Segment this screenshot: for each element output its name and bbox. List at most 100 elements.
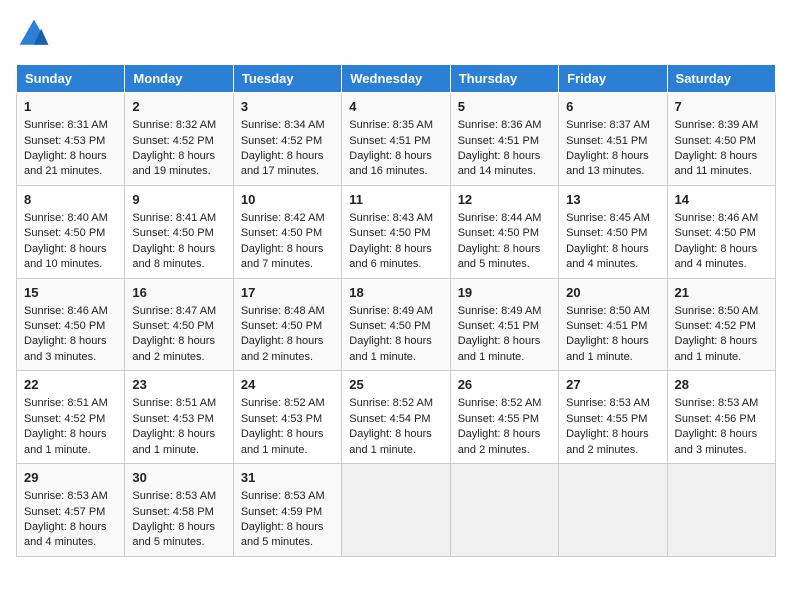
day-number: 29 bbox=[24, 469, 117, 487]
day-info: Daylight: 8 hours and 17 minutes. bbox=[241, 149, 334, 180]
day-info: Sunset: 4:50 PM bbox=[241, 226, 334, 241]
day-info: Sunrise: 8:35 AM bbox=[349, 118, 442, 133]
day-info: Daylight: 8 hours and 4 minutes. bbox=[24, 520, 117, 551]
calendar-table: SundayMondayTuesdayWednesdayThursdayFrid… bbox=[16, 64, 776, 557]
weekday-monday: Monday bbox=[125, 65, 233, 93]
day-number: 28 bbox=[675, 376, 768, 394]
day-info: Daylight: 8 hours and 2 minutes. bbox=[566, 427, 659, 458]
day-cell: 11Sunrise: 8:43 AMSunset: 4:50 PMDayligh… bbox=[342, 185, 450, 278]
day-info: Daylight: 8 hours and 7 minutes. bbox=[241, 242, 334, 273]
day-info: Sunset: 4:53 PM bbox=[241, 412, 334, 427]
day-info: Sunrise: 8:49 AM bbox=[349, 304, 442, 319]
day-info: Daylight: 8 hours and 4 minutes. bbox=[566, 242, 659, 273]
day-cell: 19Sunrise: 8:49 AMSunset: 4:51 PMDayligh… bbox=[450, 278, 558, 371]
day-info: Sunset: 4:50 PM bbox=[566, 226, 659, 241]
day-info: Sunrise: 8:47 AM bbox=[132, 304, 225, 319]
day-cell bbox=[342, 464, 450, 557]
day-cell bbox=[667, 464, 775, 557]
logo bbox=[16, 16, 56, 52]
day-info: Sunset: 4:52 PM bbox=[24, 412, 117, 427]
day-number: 13 bbox=[566, 191, 659, 209]
day-cell: 20Sunrise: 8:50 AMSunset: 4:51 PMDayligh… bbox=[559, 278, 667, 371]
day-info: Sunrise: 8:43 AM bbox=[349, 211, 442, 226]
day-number: 25 bbox=[349, 376, 442, 394]
day-info: Daylight: 8 hours and 13 minutes. bbox=[566, 149, 659, 180]
day-info: Sunset: 4:50 PM bbox=[24, 319, 117, 334]
day-info: Daylight: 8 hours and 1 minute. bbox=[241, 427, 334, 458]
day-info: Daylight: 8 hours and 2 minutes. bbox=[132, 334, 225, 365]
day-info: Daylight: 8 hours and 2 minutes. bbox=[241, 334, 334, 365]
day-number: 5 bbox=[458, 98, 551, 116]
day-info: Sunset: 4:51 PM bbox=[566, 319, 659, 334]
day-info: Daylight: 8 hours and 14 minutes. bbox=[458, 149, 551, 180]
day-number: 12 bbox=[458, 191, 551, 209]
day-number: 27 bbox=[566, 376, 659, 394]
day-cell: 24Sunrise: 8:52 AMSunset: 4:53 PMDayligh… bbox=[233, 371, 341, 464]
day-info: Sunset: 4:50 PM bbox=[675, 226, 768, 241]
day-info: Sunset: 4:52 PM bbox=[241, 134, 334, 149]
weekday-saturday: Saturday bbox=[667, 65, 775, 93]
day-cell: 30Sunrise: 8:53 AMSunset: 4:58 PMDayligh… bbox=[125, 464, 233, 557]
day-info: Sunrise: 8:46 AM bbox=[675, 211, 768, 226]
day-info: Daylight: 8 hours and 4 minutes. bbox=[675, 242, 768, 273]
day-number: 17 bbox=[241, 284, 334, 302]
day-info: Sunrise: 8:40 AM bbox=[24, 211, 117, 226]
day-info: Sunset: 4:51 PM bbox=[458, 134, 551, 149]
day-number: 16 bbox=[132, 284, 225, 302]
day-info: Daylight: 8 hours and 8 minutes. bbox=[132, 242, 225, 273]
day-info: Daylight: 8 hours and 1 minute. bbox=[675, 334, 768, 365]
day-info: Sunset: 4:56 PM bbox=[675, 412, 768, 427]
day-cell: 5Sunrise: 8:36 AMSunset: 4:51 PMDaylight… bbox=[450, 93, 558, 186]
day-number: 22 bbox=[24, 376, 117, 394]
day-info: Sunrise: 8:51 AM bbox=[132, 396, 225, 411]
day-info: Daylight: 8 hours and 1 minute. bbox=[566, 334, 659, 365]
day-number: 18 bbox=[349, 284, 442, 302]
day-info: Daylight: 8 hours and 1 minute. bbox=[349, 334, 442, 365]
day-info: Sunrise: 8:52 AM bbox=[458, 396, 551, 411]
day-number: 23 bbox=[132, 376, 225, 394]
day-info: Sunrise: 8:51 AM bbox=[24, 396, 117, 411]
day-cell: 29Sunrise: 8:53 AMSunset: 4:57 PMDayligh… bbox=[17, 464, 125, 557]
day-info: Sunset: 4:50 PM bbox=[24, 226, 117, 241]
day-cell: 18Sunrise: 8:49 AMSunset: 4:50 PMDayligh… bbox=[342, 278, 450, 371]
day-info: Sunrise: 8:50 AM bbox=[675, 304, 768, 319]
day-cell: 4Sunrise: 8:35 AMSunset: 4:51 PMDaylight… bbox=[342, 93, 450, 186]
day-info: Sunset: 4:59 PM bbox=[241, 505, 334, 520]
day-number: 14 bbox=[675, 191, 768, 209]
day-info: Daylight: 8 hours and 5 minutes. bbox=[132, 520, 225, 551]
day-cell: 7Sunrise: 8:39 AMSunset: 4:50 PMDaylight… bbox=[667, 93, 775, 186]
day-info: Sunset: 4:55 PM bbox=[566, 412, 659, 427]
day-info: Daylight: 8 hours and 1 minute. bbox=[349, 427, 442, 458]
day-info: Sunrise: 8:42 AM bbox=[241, 211, 334, 226]
day-number: 26 bbox=[458, 376, 551, 394]
day-info: Sunset: 4:54 PM bbox=[349, 412, 442, 427]
weekday-friday: Friday bbox=[559, 65, 667, 93]
day-info: Daylight: 8 hours and 19 minutes. bbox=[132, 149, 225, 180]
day-number: 10 bbox=[241, 191, 334, 209]
day-info: Daylight: 8 hours and 10 minutes. bbox=[24, 242, 117, 273]
day-info: Sunrise: 8:53 AM bbox=[241, 489, 334, 504]
day-info: Daylight: 8 hours and 1 minute. bbox=[458, 334, 551, 365]
day-info: Sunrise: 8:50 AM bbox=[566, 304, 659, 319]
week-row-1: 1Sunrise: 8:31 AMSunset: 4:53 PMDaylight… bbox=[17, 93, 776, 186]
day-number: 31 bbox=[241, 469, 334, 487]
day-cell: 14 Sunrise: 8:46 AMSunset: 4:50 PMDayligh… bbox=[667, 185, 775, 278]
day-number: 11 bbox=[349, 191, 442, 209]
day-info: Sunrise: 8:45 AM bbox=[566, 211, 659, 226]
day-info: Sunset: 4:58 PM bbox=[132, 505, 225, 520]
day-info: Sunset: 4:52 PM bbox=[675, 319, 768, 334]
day-cell: 28Sunrise: 8:53 AMSunset: 4:56 PMDayligh… bbox=[667, 371, 775, 464]
day-cell: 15Sunrise: 8:46 AMSunset: 4:50 PMDayligh… bbox=[17, 278, 125, 371]
day-info: Sunset: 4:51 PM bbox=[566, 134, 659, 149]
day-info: Sunrise: 8:53 AM bbox=[24, 489, 117, 504]
day-info: Daylight: 8 hours and 1 minute. bbox=[24, 427, 117, 458]
week-row-4: 22Sunrise: 8:51 AMSunset: 4:52 PMDayligh… bbox=[17, 371, 776, 464]
day-number: 6 bbox=[566, 98, 659, 116]
day-number: 2 bbox=[132, 98, 225, 116]
day-info: Daylight: 8 hours and 5 minutes. bbox=[241, 520, 334, 551]
day-info: Sunrise: 8:49 AM bbox=[458, 304, 551, 319]
day-info: Daylight: 8 hours and 1 minute. bbox=[132, 427, 225, 458]
day-cell: 9Sunrise: 8:41 AMSunset: 4:50 PMDaylight… bbox=[125, 185, 233, 278]
day-info: Sunrise: 8:37 AM bbox=[566, 118, 659, 133]
day-number: 9 bbox=[132, 191, 225, 209]
